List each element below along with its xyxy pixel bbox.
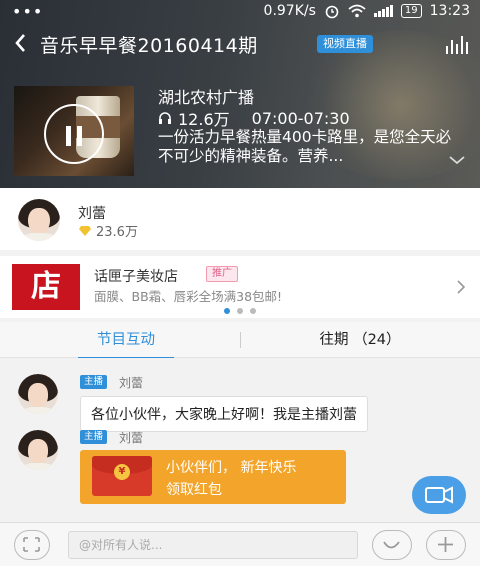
video-button[interactable]	[412, 476, 466, 514]
promo-tag: 推广	[206, 266, 238, 282]
program-header: ••• 0.97K/s 19 13:23 音乐早早餐20160414期 视频直播	[0, 0, 480, 188]
host-badge: 主播	[80, 430, 108, 444]
clock: 13:23	[429, 3, 470, 19]
message-input[interactable]	[68, 531, 358, 559]
sender-name: 刘蕾	[119, 431, 144, 445]
battery-icon: 19	[400, 4, 422, 18]
video-camera-icon	[425, 486, 453, 504]
pager-dot	[224, 308, 230, 314]
title-bar: 音乐早早餐20160414期 视频直播	[0, 28, 480, 60]
diamond-icon	[79, 225, 91, 236]
audio-bars-icon[interactable]	[446, 34, 468, 54]
input-bar	[0, 522, 480, 566]
anchor-name: 刘蕾	[78, 206, 106, 222]
red-packet-claim: 领取红包	[166, 482, 222, 498]
program-cover	[14, 86, 134, 176]
network-speed: 0.97K/s	[263, 3, 316, 19]
red-packet-greeting: 小伙伴们， 新年快乐	[166, 460, 297, 476]
chevron-down-icon[interactable]	[448, 154, 466, 166]
pager-dot	[250, 308, 256, 314]
station-name: 湖北农村广播	[158, 88, 255, 107]
emoji-button[interactable]	[372, 530, 412, 560]
ad-subtitle: 面膜、BB霜、唇彩全场满38包邮!	[94, 289, 283, 304]
anchor-info[interactable]: 刘蕾 23.6万	[0, 188, 480, 250]
signal-icon	[373, 5, 393, 17]
pager-dot	[237, 308, 243, 314]
plus-icon	[438, 537, 453, 552]
banner-pager	[0, 308, 480, 316]
avatar[interactable]	[18, 430, 58, 470]
time-slot: 07:00-07:30	[251, 108, 350, 128]
headphones-icon	[159, 112, 171, 124]
back-icon[interactable]	[10, 30, 32, 56]
status-bar: ••• 0.97K/s 19 13:23	[0, 0, 480, 22]
avatar[interactable]	[18, 374, 58, 414]
program-description: 一份活力早餐热量400卡路里，是您全天必不可少的精神装备。营养...	[158, 128, 452, 165]
video-live-badge: 视频直播	[317, 35, 373, 53]
scan-button[interactable]	[14, 530, 50, 560]
tab-program-interaction[interactable]: 节目互动	[78, 322, 174, 359]
red-envelope-icon: ¥	[92, 456, 152, 496]
more-dots-icon: •••	[12, 2, 44, 21]
page-title: 音乐早早餐20160414期	[40, 35, 258, 57]
ad-title: 话匣子美妆店	[94, 269, 178, 285]
shop-logo: 店	[12, 264, 80, 310]
program-meta: 12.6万 07:00-07:30	[158, 106, 350, 130]
tab-past-episodes[interactable]: 往期 （24）	[300, 322, 420, 358]
pause-icon	[66, 126, 71, 146]
alarm-icon	[325, 5, 339, 19]
chevron-right-icon	[457, 280, 466, 294]
chat-bubble: 各位小伙伴，大家晚上好啊！我是主播刘蕾	[80, 396, 368, 432]
listener-count: 12.6万	[178, 110, 230, 129]
wifi-icon	[348, 4, 366, 18]
screen: ••• 0.97K/s 19 13:23 音乐早早餐20160414期 视频直播	[0, 0, 480, 566]
anchor-fans: 23.6万	[78, 221, 138, 240]
red-packet-message[interactable]: ¥ 小伙伴们， 新年快乐 领取红包	[80, 450, 346, 504]
host-badge: 主播	[80, 375, 108, 389]
chat-list[interactable]: 主播 刘蕾 各位小伙伴，大家晚上好啊！我是主播刘蕾 主播 刘蕾 ¥ 小伙伴们， …	[0, 358, 480, 522]
tab-bar: 节目互动 往期 （24）	[0, 322, 480, 359]
sender-name: 刘蕾	[119, 376, 144, 390]
smiley-icon	[383, 541, 400, 549]
pause-button[interactable]	[44, 104, 104, 164]
avatar[interactable]	[18, 199, 60, 241]
scan-icon	[23, 537, 40, 552]
add-button[interactable]	[426, 530, 466, 560]
